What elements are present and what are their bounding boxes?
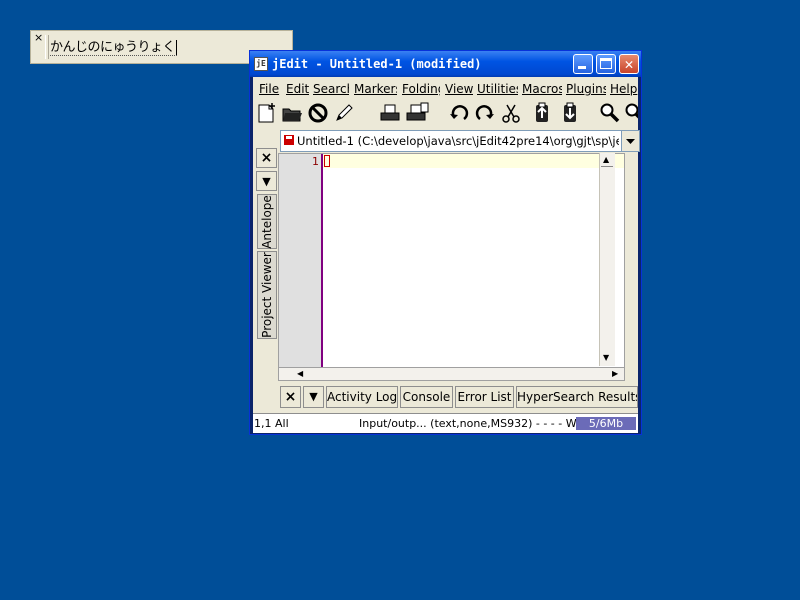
menu-utilities[interactable]: Utilities: [477, 82, 518, 96]
print-button[interactable]: [378, 101, 402, 125]
line-gutter[interactable]: 1: [279, 154, 321, 369]
status-bar: 1,1 All Input/outp... (text,none,MS932) …: [253, 413, 638, 433]
buffer-switcher[interactable]: Untitled-1 (C:\develop\java\src\jEdit42p…: [280, 130, 622, 152]
ime-caret: [176, 40, 178, 55]
menu-bar: File Edit Search Markers Folding View Ut…: [253, 79, 638, 98]
tab-project-viewer-label: Project Viewer: [260, 252, 274, 338]
modified-floppy-icon: [284, 135, 294, 145]
menu-help[interactable]: Help: [610, 82, 638, 96]
menu-file[interactable]: File: [259, 82, 281, 96]
buffer-path: Untitled-1 (C:\develop\java\src\jEdit42p…: [297, 134, 619, 148]
cut-button[interactable]: [499, 101, 523, 125]
text-area[interactable]: 1: [278, 153, 625, 378]
scroll-down-icon[interactable]: ▼: [603, 353, 609, 363]
maximize-button[interactable]: [596, 54, 616, 74]
copy-button[interactable]: [530, 101, 554, 125]
new-file-icon: [258, 103, 275, 123]
tab-hypersearch-results[interactable]: HyperSearch Results: [516, 386, 638, 408]
paste-clipboard-icon: [564, 102, 576, 122]
redo-icon: [475, 105, 494, 121]
scroll-up-icon[interactable]: ▲: [603, 155, 609, 165]
current-line-highlight: [323, 154, 624, 168]
edit-button[interactable]: [332, 101, 356, 125]
vertical-scrollbar[interactable]: ▲ ▼: [599, 153, 615, 366]
scroll-left-icon[interactable]: ◀: [297, 369, 303, 379]
menu-markers[interactable]: Markers: [354, 82, 397, 96]
ime-grip-handle[interactable]: [45, 35, 49, 59]
jedit-app-icon[interactable]: jE: [254, 57, 268, 71]
left-dock-close-button[interactable]: ×: [256, 148, 277, 168]
window-title: jEdit - Untitled-1 (modified): [272, 57, 482, 71]
undo-button[interactable]: [447, 101, 471, 125]
horizontal-scrollbar[interactable]: ◀ ▶: [278, 367, 625, 381]
menu-view[interactable]: View: [445, 82, 473, 96]
tab-activity-log[interactable]: Activity Log: [326, 386, 398, 408]
open-file-button[interactable]: [280, 101, 304, 125]
scroll-right-icon[interactable]: ▶: [612, 369, 618, 379]
text-caret: [324, 155, 330, 167]
buffer-switcher-dropdown-button[interactable]: [622, 130, 640, 152]
close-button[interactable]: ✕: [619, 54, 639, 74]
scissors-icon: [502, 104, 520, 123]
maximize-icon: [600, 58, 612, 69]
close-icon: ✕: [624, 55, 634, 73]
search-icon: [600, 103, 620, 123]
close-buffer-button[interactable]: [306, 101, 330, 125]
menu-macros[interactable]: Macros: [522, 82, 562, 96]
tab-console[interactable]: Console: [400, 386, 453, 408]
minimize-icon: [578, 66, 586, 69]
window-client: File Edit Search Markers Folding View Ut…: [253, 77, 640, 433]
dock-close-icon: ×: [260, 150, 273, 166]
tab-antelope-label: Antelope: [260, 194, 274, 249]
line-number: 1: [312, 155, 319, 168]
open-folder-icon: [282, 108, 302, 122]
dock-menu-icon: ▼: [262, 174, 271, 188]
left-dock-menu-button[interactable]: ▼: [256, 171, 277, 191]
find-button[interactable]: [598, 101, 622, 125]
tab-project-viewer[interactable]: Project Viewer: [257, 251, 277, 339]
bottom-dock-close-button[interactable]: ×: [280, 386, 301, 408]
bottom-dock-menu-icon: ▼: [309, 390, 318, 403]
no-entry-icon: [308, 103, 328, 123]
print-preview-icon: [406, 102, 429, 121]
menu-edit[interactable]: Edit: [286, 82, 309, 96]
copy-clipboard-icon: [536, 102, 548, 122]
search-next-icon: [625, 103, 638, 119]
toolbar: [253, 100, 638, 128]
ime-text-value: かんじのにゅうりょく: [50, 40, 176, 55]
find-next-button[interactable]: [624, 101, 638, 125]
new-file-button[interactable]: [254, 101, 278, 125]
jedit-window: jE jEdit - Untitled-1 (modified) ✕ File …: [249, 50, 642, 435]
redo-button[interactable]: [473, 101, 497, 125]
paste-button[interactable]: [558, 101, 582, 125]
vertical-scroll-thumb[interactable]: [601, 166, 613, 169]
memory-indicator[interactable]: 5/6Mb: [576, 417, 636, 430]
chevron-down-icon: [626, 139, 635, 144]
bottom-dock-close-icon: ×: [284, 389, 297, 405]
undo-icon: [450, 105, 469, 121]
minimize-button[interactable]: [573, 54, 593, 74]
ime-composition-text: かんじのにゅうりょく: [50, 36, 178, 56]
menu-plugins[interactable]: Plugins: [566, 82, 606, 96]
page-setup-button[interactable]: [405, 101, 429, 125]
title-bar[interactable]: jE jEdit - Untitled-1 (modified) ✕: [250, 51, 641, 77]
caret-position[interactable]: 1,1 All: [254, 417, 289, 430]
tab-error-list[interactable]: Error List: [455, 386, 514, 408]
tab-antelope[interactable]: Antelope: [257, 194, 277, 249]
bottom-dock-menu-button[interactable]: ▼: [303, 386, 324, 408]
ime-close-icon[interactable]: ×: [34, 32, 43, 44]
printer-icon: [380, 104, 400, 121]
buffer-mode-info[interactable]: Input/outp... (text,none,MS932) - - - - …: [359, 417, 577, 430]
pencil-icon: [336, 104, 353, 121]
gutter-border: [321, 154, 323, 369]
menu-folding[interactable]: Folding: [402, 82, 440, 96]
menu-search[interactable]: Search: [313, 82, 349, 96]
